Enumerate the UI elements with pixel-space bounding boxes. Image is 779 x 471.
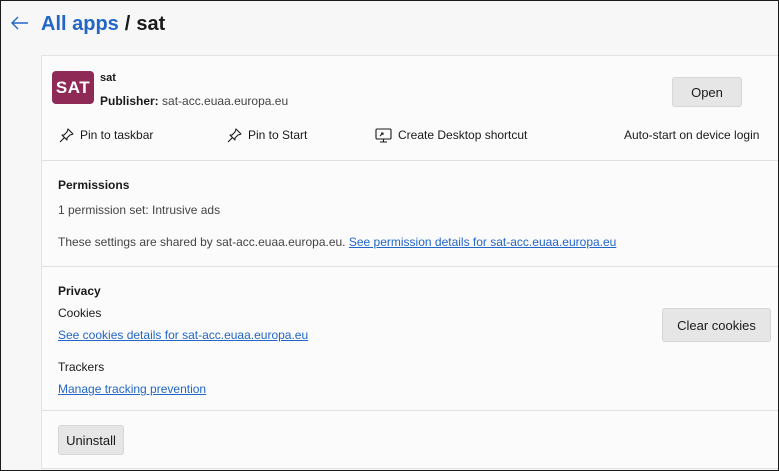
cookies-label: Cookies	[58, 306, 102, 320]
permissions-shared-line: These settings are shared by sat-acc.eua…	[58, 235, 616, 249]
clear-cookies-button[interactable]: Clear cookies	[662, 308, 771, 342]
desktop-shortcut-icon	[375, 127, 392, 143]
permissions-shared-text: These settings are shared by sat-acc.eua…	[58, 235, 346, 249]
breadcrumb-current: sat	[136, 12, 166, 35]
cookies-details-link[interactable]: See cookies details for sat-acc.euaa.eur…	[58, 328, 308, 342]
publisher-line: Publisher: sat-acc.euaa.europa.eu	[100, 94, 288, 108]
uninstall-section: Uninstall	[42, 410, 778, 468]
pin-icon	[59, 127, 74, 143]
create-desktop-shortcut-label: Create Desktop shortcut	[398, 128, 528, 142]
manage-tracking-link[interactable]: Manage tracking prevention	[58, 382, 206, 396]
pin-to-start-button[interactable]: Pin to Start	[227, 126, 307, 144]
app-name: sat	[100, 72, 116, 84]
auto-start-toggle[interactable]: Auto-start on device login	[624, 126, 759, 144]
uninstall-button[interactable]: Uninstall	[58, 425, 124, 455]
pin-to-start-label: Pin to Start	[248, 128, 308, 142]
breadcrumb-all-apps[interactable]: All apps	[41, 13, 119, 36]
pin-to-taskbar-button[interactable]: Pin to taskbar	[59, 126, 153, 144]
app-settings-window: All apps / sat SAT sat Publisher: sat-ac…	[0, 0, 779, 471]
permissions-summary: 1 permission set: Intrusive ads	[58, 203, 221, 217]
breadcrumb: All apps / sat	[11, 11, 165, 37]
app-details-card: SAT sat Publisher: sat-acc.euaa.europa.e…	[41, 55, 778, 469]
publisher-label: Publisher:	[100, 94, 159, 108]
pin-icon	[227, 127, 242, 143]
privacy-title: Privacy	[58, 284, 101, 298]
app-logo: SAT	[52, 71, 94, 104]
permissions-section: Permissions 1 permission set: Intrusive …	[42, 160, 778, 267]
create-desktop-shortcut-button[interactable]: Create Desktop shortcut	[375, 126, 527, 144]
trackers-label: Trackers	[58, 360, 105, 374]
back-arrow-icon[interactable]	[11, 14, 33, 34]
app-info-section: SAT sat Publisher: sat-acc.euaa.europa.e…	[42, 56, 778, 161]
breadcrumb-separator: /	[124, 12, 131, 35]
publisher-value: sat-acc.euaa.europa.eu	[162, 94, 289, 108]
pin-to-taskbar-label: Pin to taskbar	[80, 128, 154, 142]
open-button[interactable]: Open	[672, 77, 742, 107]
permissions-title: Permissions	[58, 178, 130, 192]
privacy-section: Privacy Cookies See cookies details for …	[42, 266, 778, 411]
permission-details-link[interactable]: See permission details for sat-acc.euaa.…	[349, 235, 617, 249]
